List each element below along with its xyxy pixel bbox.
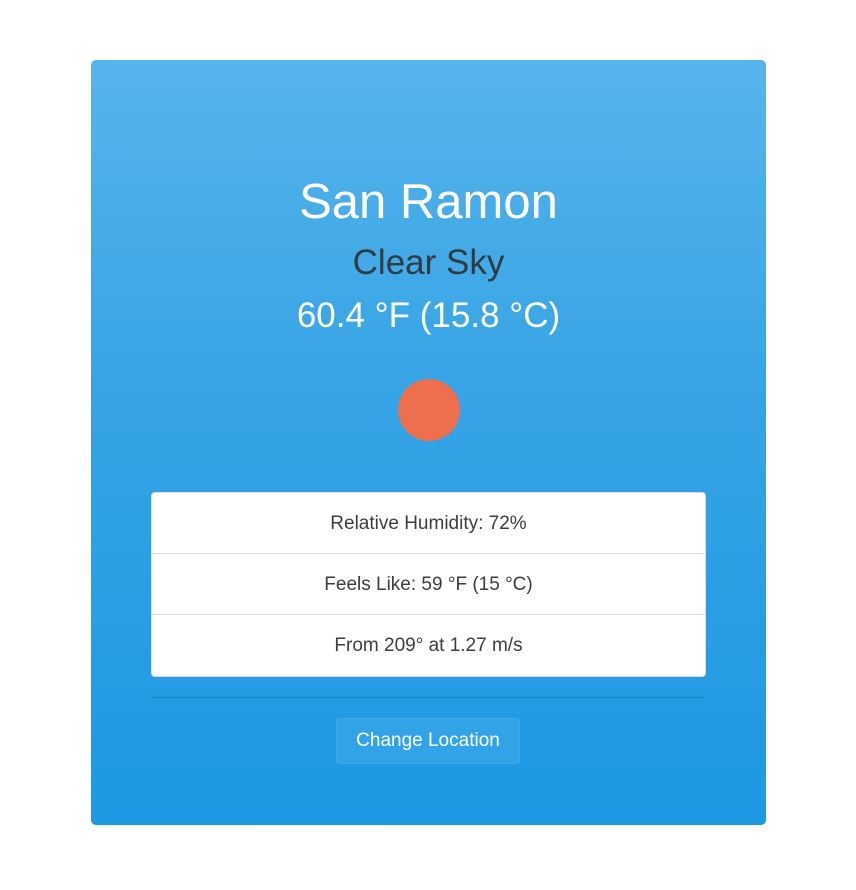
wind-item: From 209° at 1.27 m/s [334,635,523,656]
sun-icon [398,379,460,441]
weather-condition: Clear Sky [352,243,505,282]
feels-like-item: Feels Like: 59 °F (15 °C) [152,554,705,615]
divider [151,697,706,698]
temperature: 60.4 °F (15.8 °C) [296,296,561,335]
humidity-item: Relative Humidity: 72% [152,493,705,554]
change-location-button[interactable]: Change Location [336,718,520,764]
weather-details-list: Relative Humidity: 72% Feels Like: 59 °F… [151,492,706,677]
weather-card: San Ramon Clear Sky 60.4 °F (15.8 °C) Re… [91,60,766,825]
city-name: San Ramon [299,175,558,229]
